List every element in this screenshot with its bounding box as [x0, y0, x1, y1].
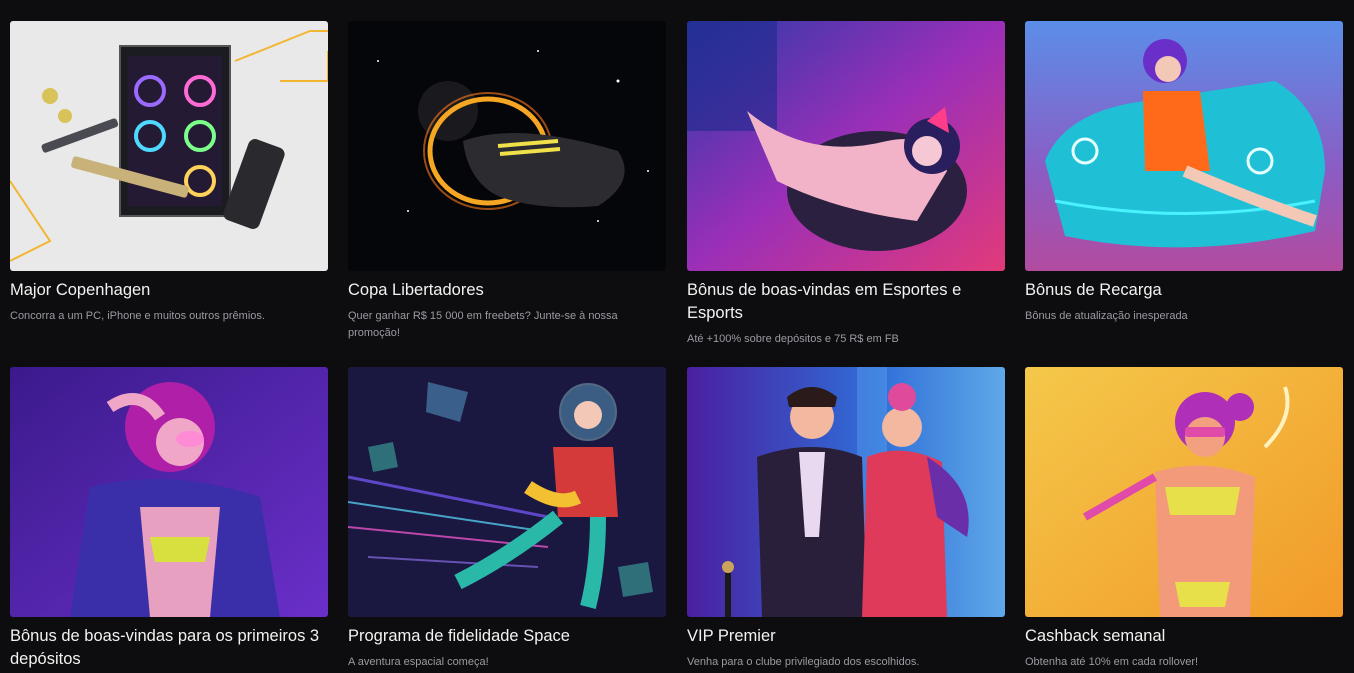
promo-title[interactable]: Bônus de boas-vindas em Esportes e Espor… [687, 279, 1005, 325]
football-boot-image[interactable] [348, 21, 666, 271]
promo-card-vip-premier[interactable]: VIP Premier Venha para o clube privilegi… [687, 367, 1005, 671]
promo-title[interactable]: VIP Premier [687, 625, 1005, 648]
astronaut-image[interactable] [348, 367, 666, 617]
promo-title[interactable]: Major Copenhagen [10, 279, 328, 302]
promo-card-welcome-sports-bonus[interactable]: Bônus de boas-vindas em Esportes e Espor… [687, 21, 1005, 348]
neon-car-image[interactable] [1025, 21, 1343, 271]
promo-title[interactable]: Cashback semanal [1025, 625, 1343, 648]
promo-card-reload-bonus[interactable]: Bônus de Recarga Bônus de atualização in… [1025, 21, 1343, 325]
promo-description: Quer ganhar R$ 15 000 em freebets? Junte… [348, 310, 618, 339]
promo-card-copa-libertadores[interactable]: Copa Libertadores Quer ganhar R$ 15 000 … [348, 21, 666, 342]
promo-description: Obtenha até 10% em cada rollover! [1025, 656, 1199, 668]
purple-girl-image[interactable] [10, 367, 328, 617]
gamer-girl-image[interactable] [687, 21, 1005, 271]
promo-title[interactable]: Bônus de Recarga [1025, 279, 1343, 302]
promo-description: Bônus de atualização inesperada [1025, 310, 1188, 322]
promo-card-major-copenhagen[interactable]: Major Copenhagen Concorra a um PC, iPhon… [10, 21, 328, 325]
promo-description: Concorra a um PC, iPhone e muitos outros… [10, 310, 265, 322]
promo-description: Venha para o clube privilegiado dos esco… [687, 656, 920, 668]
promo-description: Até +100% sobre depósitos e 75 R$ em FB [687, 333, 899, 345]
golden-girl-image[interactable] [1025, 367, 1343, 617]
promo-description: A aventura espacial começa! [348, 656, 489, 668]
promotions-grid: Major Copenhagen Concorra a um PC, iPhon… [0, 0, 1354, 673]
promo-title[interactable]: Copa Libertadores [348, 279, 666, 302]
promo-card-weekly-cashback[interactable]: Cashback semanal Obtenha até 10% em cada… [1025, 367, 1343, 671]
promo-title[interactable]: Programa de fidelidade Space [348, 625, 666, 648]
promo-card-loyalty-space[interactable]: Programa de fidelidade Space A aventura … [348, 367, 666, 671]
gaming-pc-image[interactable] [10, 21, 328, 271]
promo-title[interactable]: Bônus de boas-vindas para os primeiros 3… [10, 625, 328, 671]
promo-card-first-deposits-bonus[interactable]: Bônus de boas-vindas para os primeiros 3… [10, 367, 328, 673]
vip-couple-image[interactable] [687, 367, 1005, 617]
